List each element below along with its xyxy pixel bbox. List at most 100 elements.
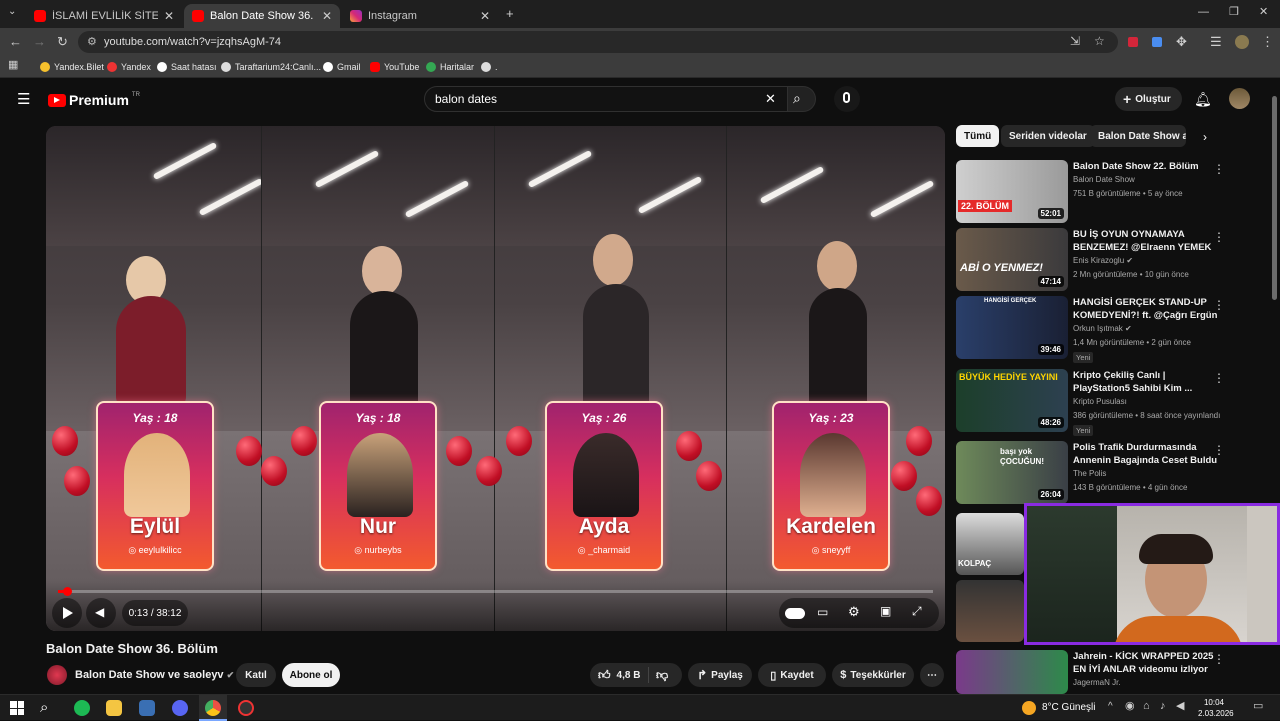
bookmark-item[interactable]: Saat hatası (157, 59, 217, 75)
chip-series[interactable]: Seriden videolar (1001, 125, 1095, 147)
tab-2[interactable]: Instagram ✕ (342, 4, 498, 28)
obs-icon[interactable] (238, 700, 254, 716)
video-thumbnail[interactable] (956, 580, 1024, 642)
account-avatar[interactable] (1229, 88, 1250, 109)
bookmark-star-icon[interactable]: ☆ (1094, 34, 1105, 48)
create-button[interactable]: + Oluştur (1115, 87, 1182, 111)
voice-search-button[interactable] (834, 86, 860, 112)
hamburger-menu-icon[interactable]: ☰ (17, 92, 30, 107)
video-thumbnail[interactable]: 22. BÖLÜM 52:01 (956, 160, 1068, 223)
chip-channel[interactable]: Balon Date Show adlı (1090, 125, 1186, 147)
tab-0[interactable]: İSLAMİ EVLİLİK SİTELERİNE ERK ✕ (26, 4, 182, 28)
like-icon[interactable]: 👍︎ (598, 668, 611, 683)
settings-gear-icon[interactable]: ⚙ (848, 604, 860, 620)
recommendation-item[interactable]: ABİ O YENMEZ! 47:14 BU İŞ OYUN OYNAMAYA … (956, 228, 1256, 292)
more-vert-icon[interactable]: ⋮ (1213, 652, 1225, 666)
thanks-button[interactable]: $ Teşekkürler (832, 663, 914, 687)
profile-avatar[interactable] (1235, 35, 1249, 49)
save-button[interactable]: ▯ Kaydet (758, 663, 826, 687)
network-icon[interactable]: ⌂ (1143, 701, 1150, 712)
clear-search-icon[interactable]: ✕ (765, 91, 776, 107)
weather-text[interactable]: 8°C Güneşli (1042, 702, 1095, 713)
tab-search-icon[interactable]: ⌄ (8, 7, 16, 17)
translate-icon[interactable] (1152, 37, 1162, 47)
tab-1[interactable]: Balon Date Show 36. Bölüm - Yo ✕ (184, 4, 340, 28)
more-vert-icon[interactable]: ⋮ (1213, 443, 1225, 457)
tray-chevron-icon[interactable]: ^ (1108, 702, 1113, 712)
subscribe-button[interactable]: Abone ol (282, 663, 340, 687)
tray-app-icon[interactable]: ◉ (1125, 701, 1135, 712)
restore-icon[interactable]: ❐ (1229, 7, 1239, 18)
youtube-logo[interactable]: Premium TR (48, 92, 140, 108)
page-scrollbar[interactable] (1272, 96, 1277, 300)
close-icon[interactable]: ✕ (322, 9, 332, 23)
dislike-icon[interactable]: 👎︎ (656, 668, 668, 683)
mute-button[interactable]: ◀ (86, 598, 116, 628)
clock[interactable]: 10:04 2.03.2026 (1198, 697, 1234, 719)
search-button[interactable]: ⌕ (788, 86, 816, 112)
bookmark-item[interactable]: YouTube (370, 59, 419, 75)
extensions-icon[interactable]: ✥ (1176, 35, 1187, 48)
install-icon[interactable]: ⇲ (1070, 34, 1080, 48)
bookmark-item[interactable]: Haritalar (426, 59, 474, 75)
bookmark-item[interactable]: Yandex (107, 59, 151, 75)
app-icon[interactable] (139, 700, 155, 716)
file-explorer-icon[interactable] (106, 700, 122, 716)
theater-mode-icon[interactable]: ▣ (880, 604, 891, 618)
bookmark-item[interactable]: . (481, 59, 498, 75)
spotify-icon[interactable] (74, 700, 90, 716)
minimize-icon[interactable]: — (1198, 7, 1209, 18)
fullscreen-icon[interactable]: ⤢ (912, 604, 922, 619)
more-vert-icon[interactable]: ⋮ (1213, 230, 1225, 244)
site-info-icon[interactable]: ⚙ (87, 35, 97, 48)
video-player[interactable]: Yaş : 18 Eylül ◎ eeylulkilicc Yaş : 18 N… (46, 126, 945, 631)
video-thumbnail[interactable]: KOLPAÇ (956, 513, 1024, 575)
back-icon[interactable]: ← (9, 35, 22, 48)
like-count[interactable]: 4,8 B (617, 670, 641, 681)
url-field[interactable]: ⚙ youtube.com/watch?v=jzqhsAgM-74 ⇲ ☆ (78, 31, 1118, 53)
windows-start-icon[interactable] (10, 701, 24, 715)
chevron-right-icon[interactable]: › (1203, 131, 1207, 143)
join-button[interactable]: Katıl (236, 663, 276, 687)
channel-name[interactable]: Balon Date Show ve saoleyv ✔ (75, 669, 234, 681)
progress-scrubber[interactable] (62, 587, 72, 596)
bookmark-item[interactable]: Gmail (323, 59, 361, 75)
recommendation-item[interactable]: başı yok ÇOCUĞUN! 26:04 Polis Trafik Dur… (956, 441, 1256, 505)
more-vert-icon[interactable]: ⋮ (1213, 298, 1225, 312)
channel-avatar[interactable] (47, 665, 67, 685)
video-thumbnail[interactable]: BÜYÜK HEDİYE YAYINI 48:26 (956, 369, 1068, 432)
notification-center-icon[interactable]: ▭ (1253, 701, 1263, 712)
notifications-bell-icon[interactable]: 🔔︎ (1194, 92, 1212, 106)
window-close-icon[interactable]: ✕ (1259, 7, 1268, 18)
more-vert-icon[interactable]: ⋮ (1213, 371, 1225, 385)
progress-bar[interactable] (58, 587, 933, 596)
subtitles-icon[interactable]: ▭ (817, 605, 828, 619)
extension-red-icon[interactable] (1128, 37, 1138, 47)
chip-all[interactable]: Tümü (956, 125, 1000, 147)
search-input[interactable]: balon dates ✕ (424, 86, 788, 112)
bookmark-item[interactable]: Yandex.Bilet (40, 59, 104, 75)
more-vert-icon[interactable]: ⋮ (1213, 162, 1225, 176)
recommendation-item[interactable]: HANGİSİ GERÇEK 39:46 HANGİSİ GERÇEK STAN… (956, 296, 1256, 363)
forward-icon[interactable]: → (33, 35, 46, 48)
microphone-icon[interactable]: ♪ (1160, 701, 1166, 712)
reading-list-icon[interactable]: ☰ (1210, 35, 1222, 48)
apps-icon[interactable]: ▦ (8, 60, 18, 71)
play-button[interactable] (52, 598, 82, 628)
video-thumbnail[interactable] (956, 650, 1068, 694)
bookmark-item[interactable]: Taraftarium24:Canlı... (221, 59, 321, 75)
share-button[interactable]: ↱ Paylaş (688, 663, 752, 687)
close-icon[interactable]: ✕ (164, 9, 174, 23)
recommendation-item[interactable]: 22. BÖLÜM 52:01 Balon Date Show 22. Bölü… (956, 160, 1256, 224)
discord-icon[interactable] (172, 700, 188, 716)
speaker-icon[interactable]: ◀ (1176, 701, 1184, 712)
menu-icon[interactable]: ⋮ (1261, 35, 1274, 48)
video-thumbnail[interactable]: HANGİSİ GERÇEK 39:46 (956, 296, 1068, 359)
video-thumbnail[interactable]: ABİ O YENMEZ! 47:14 (956, 228, 1068, 291)
taskbar-search-icon[interactable]: ⌕ (40, 700, 48, 715)
reload-icon[interactable]: ↻ (57, 35, 68, 48)
new-tab-button[interactable]: + (506, 7, 514, 20)
autoplay-toggle[interactable] (785, 608, 805, 619)
more-actions-button[interactable]: ⋯ (920, 663, 944, 687)
recommendation-item[interactable]: BÜYÜK HEDİYE YAYINI 48:26 Kripto Çekiliş… (956, 369, 1256, 436)
